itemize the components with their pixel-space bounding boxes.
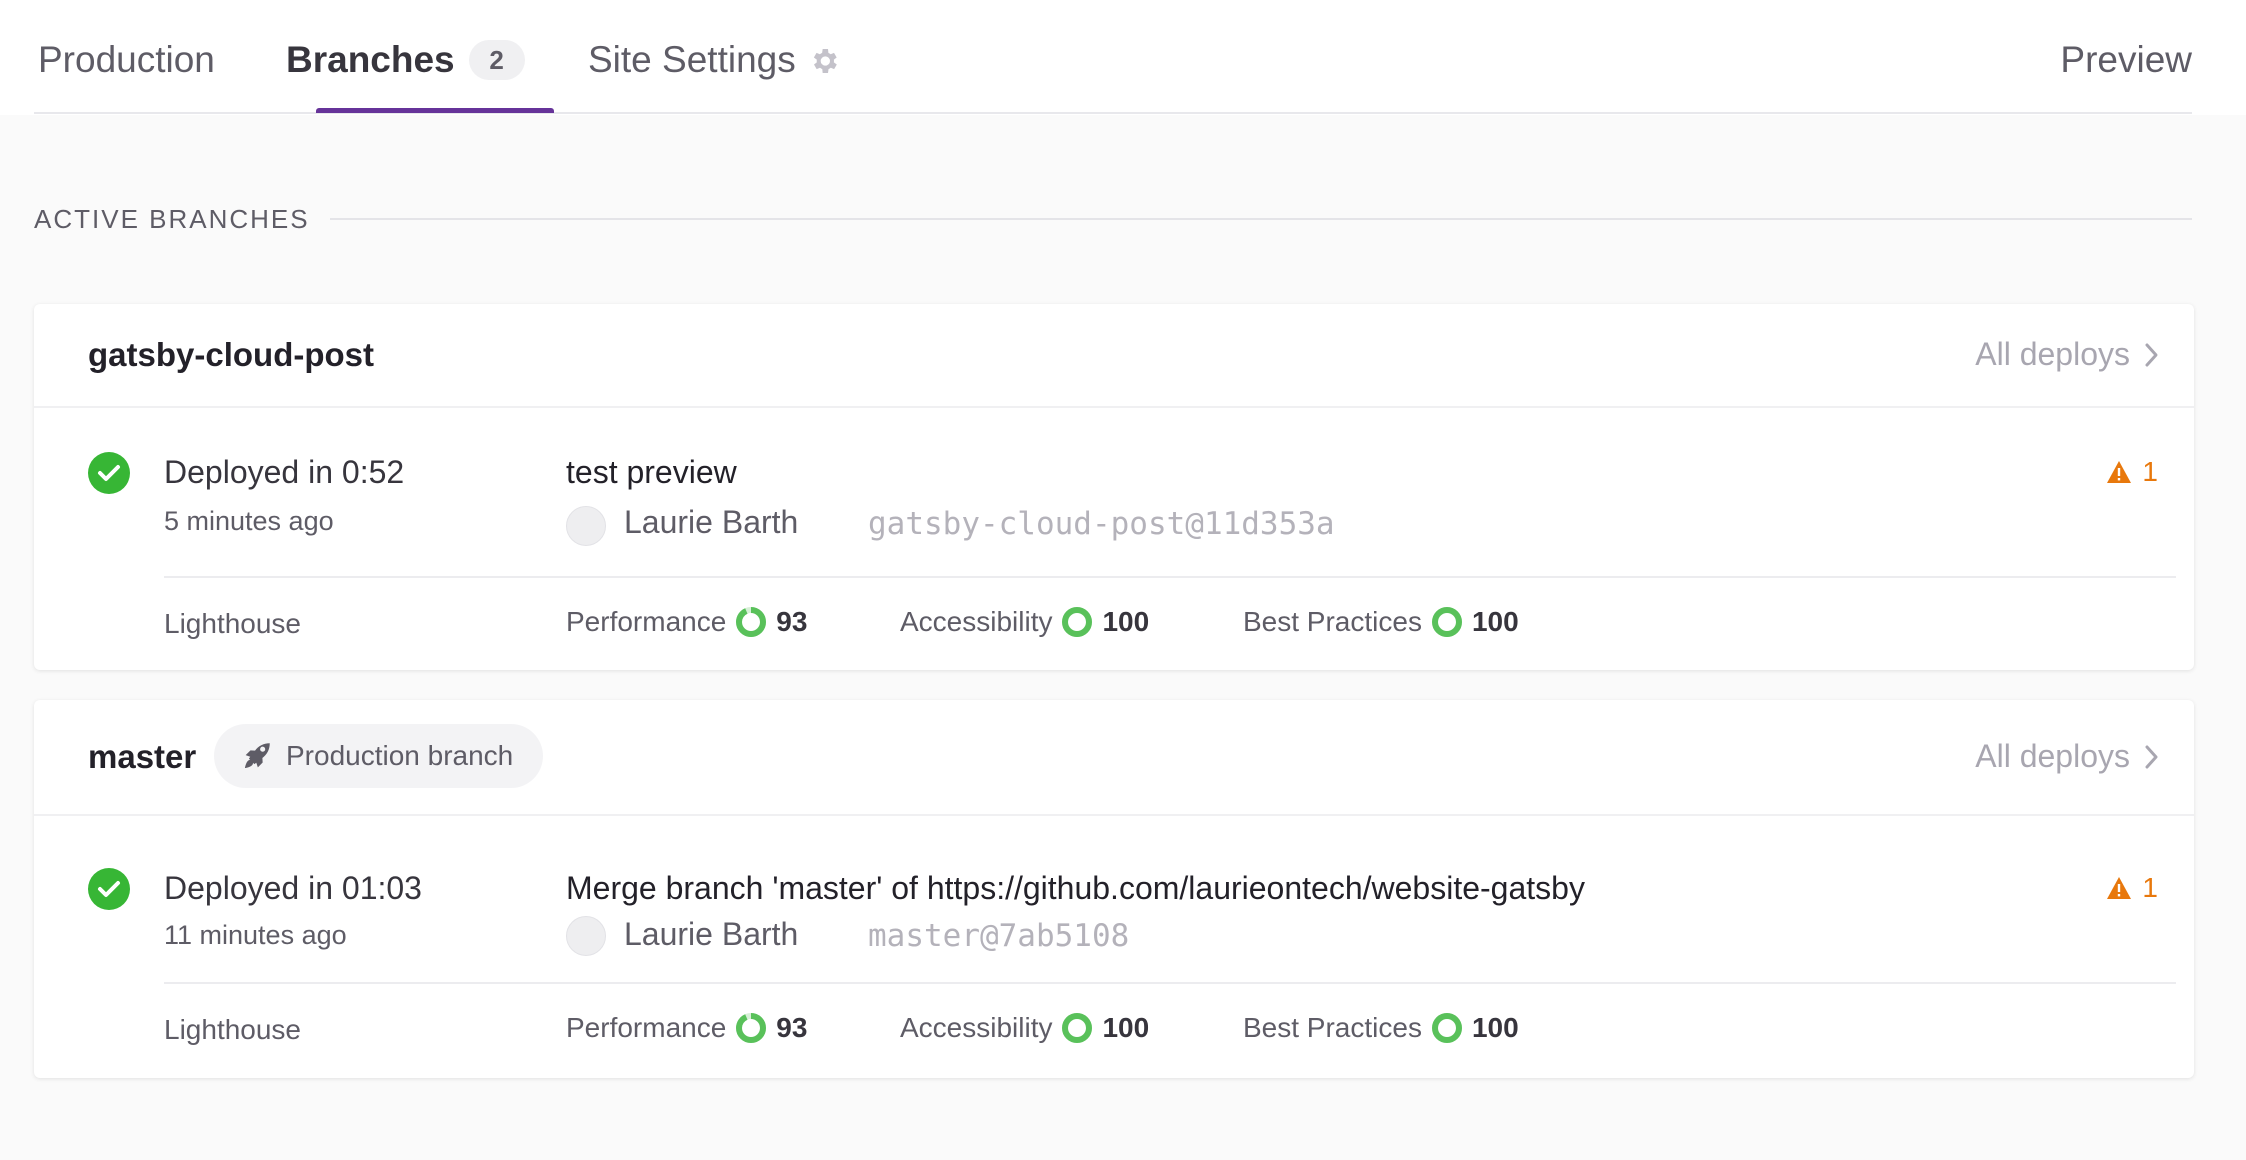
tab-branches[interactable]: Branches 2 <box>286 36 525 84</box>
metric-label: Performance <box>566 1012 727 1043</box>
score-ring-icon <box>1431 1013 1462 1043</box>
metric-score: 93 <box>776 606 808 637</box>
active-tab-indicator <box>316 108 554 113</box>
warning-indicator[interactable]: 1 <box>2106 456 2158 488</box>
deploy-duration: Deployed in 0:52 <box>164 454 405 490</box>
rocket-icon <box>244 743 270 769</box>
commit-author: Laurie Barth <box>624 504 799 540</box>
metric-label: Best Practices <box>1243 606 1422 637</box>
metric-best-practices[interactable]: Best Practices 100 <box>1243 605 1519 639</box>
tab-bar: Production Branches 2 Site Settings Prev… <box>34 0 2192 114</box>
avatar <box>566 916 606 956</box>
branch-card-header: master Production branch All deploys <box>34 700 2194 816</box>
lighthouse-label: Lighthouse <box>164 1014 302 1045</box>
deploy-duration: Deployed in 01:03 <box>164 870 422 906</box>
production-branch-badge: Production branch <box>214 724 544 788</box>
metric-accessibility[interactable]: Accessibility 100 <box>900 605 1149 639</box>
deploy-timestamp: 5 minutes ago <box>164 506 334 536</box>
warning-count: 1 <box>2142 872 2158 903</box>
metric-score: 100 <box>1102 1012 1150 1043</box>
metric-performance[interactable]: Performance 93 <box>566 1011 807 1045</box>
all-deploys-link[interactable]: All deploys <box>1975 738 2160 775</box>
commit-message: test preview <box>566 454 737 490</box>
branch-card: master Production branch All deploys Dep… <box>34 700 2194 1078</box>
all-deploys-label: All deploys <box>1975 336 2130 372</box>
commit-ref[interactable]: master@7ab5108 <box>868 918 1129 954</box>
deploy-timestamp: 11 minutes ago <box>164 920 347 950</box>
metric-label: Best Practices <box>1243 1012 1422 1043</box>
production-branch-label: Production branch <box>286 740 514 771</box>
section-heading: ACTIVE BRANCHES <box>34 204 2192 234</box>
all-deploys-label: All deploys <box>1975 738 2130 774</box>
all-deploys-link[interactable]: All deploys <box>1975 336 2160 373</box>
tab-production[interactable]: Production <box>38 36 215 84</box>
top-nav: Production Branches 2 Site Settings Prev… <box>0 0 2246 115</box>
branch-name[interactable]: gatsby-cloud-post <box>88 336 374 374</box>
metric-best-practices[interactable]: Best Practices 100 <box>1243 1011 1519 1045</box>
metric-score: 100 <box>1471 1012 1519 1043</box>
metric-score: 100 <box>1471 606 1519 637</box>
chevron-right-icon <box>2145 745 2158 768</box>
section-divider <box>329 218 2192 220</box>
branches-count-badge: 2 <box>468 40 525 80</box>
commit-author: Laurie Barth <box>624 916 799 952</box>
tab-site-settings-label: Site Settings <box>588 39 796 80</box>
score-ring-icon <box>1062 1013 1093 1043</box>
score-ring-icon <box>1431 607 1462 637</box>
score-ring-icon <box>736 1013 767 1043</box>
warning-icon <box>2107 877 2132 899</box>
commit-ref[interactable]: gatsby-cloud-post@11d353a <box>868 506 1335 542</box>
gear-icon <box>808 44 840 76</box>
metric-label: Performance <box>566 606 727 637</box>
success-check-icon <box>88 868 130 910</box>
commit-message: Merge branch 'master' of https://github.… <box>566 870 1585 906</box>
score-ring-icon <box>736 607 767 637</box>
tab-preview-label: Preview <box>2060 39 2192 80</box>
lighthouse-divider <box>164 576 2176 578</box>
metric-performance[interactable]: Performance 93 <box>566 605 807 639</box>
branch-card: gatsby-cloud-post All deploys Deployed i… <box>34 304 2194 670</box>
lighthouse-divider <box>164 982 2176 984</box>
metric-label: Accessibility <box>900 606 1053 637</box>
tab-branches-label: Branches <box>286 39 455 80</box>
score-ring-icon <box>1062 607 1093 637</box>
metric-score: 93 <box>776 1012 808 1043</box>
success-check-icon <box>88 452 130 494</box>
metric-label: Accessibility <box>900 1012 1053 1043</box>
section-title: ACTIVE BRANCHES <box>34 203 310 234</box>
warning-count: 1 <box>2142 456 2158 487</box>
lighthouse-label: Lighthouse <box>164 608 302 639</box>
tab-preview[interactable]: Preview <box>2060 36 2192 84</box>
chevron-right-icon <box>2145 343 2158 366</box>
metric-score: 100 <box>1102 606 1150 637</box>
branch-name[interactable]: master <box>88 738 196 776</box>
avatar <box>566 506 606 546</box>
tab-site-settings[interactable]: Site Settings <box>588 36 840 84</box>
branch-card-header: gatsby-cloud-post All deploys <box>34 304 2194 408</box>
warning-indicator[interactable]: 1 <box>2106 872 2158 904</box>
metric-accessibility[interactable]: Accessibility 100 <box>900 1011 1149 1045</box>
tab-production-label: Production <box>38 39 215 80</box>
warning-icon <box>2107 461 2132 483</box>
